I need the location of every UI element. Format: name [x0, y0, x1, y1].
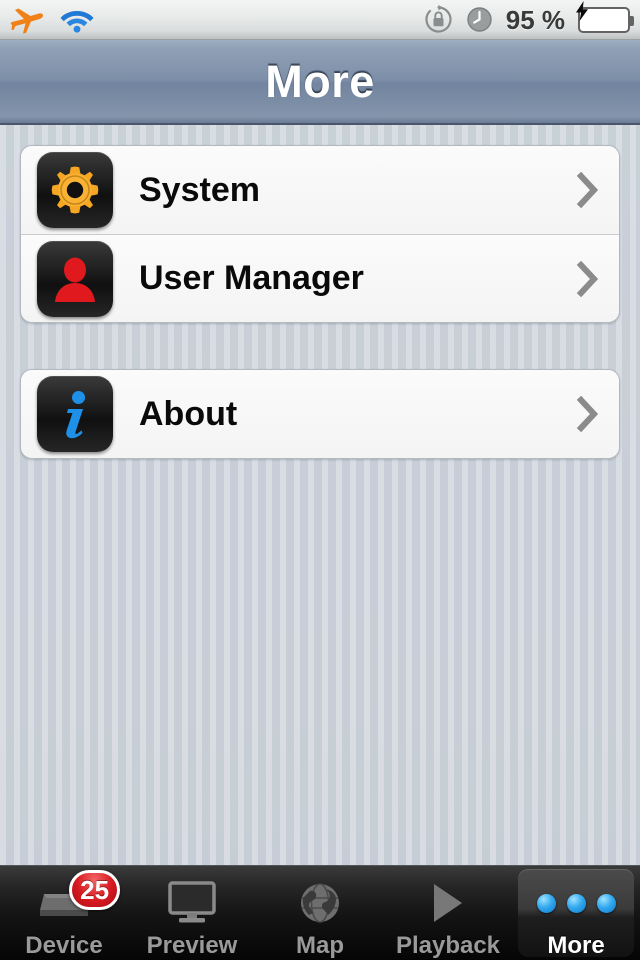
gear-icon [37, 152, 113, 228]
dot-1 [536, 893, 556, 913]
navigation-bar: More [0, 40, 640, 125]
play-icon [418, 878, 478, 928]
wifi-icon [60, 7, 94, 33]
alarm-clock-icon [466, 6, 493, 33]
list-item-system[interactable]: System [21, 146, 619, 234]
tab-playback[interactable]: Playback [384, 866, 512, 960]
battery-percentage: 95 % [505, 4, 565, 35]
chevron-right-icon [575, 394, 601, 434]
list-item-about[interactable]: About [21, 370, 619, 458]
more-dots-icon [536, 878, 616, 928]
chevron-right-icon [575, 170, 601, 210]
globe-icon [290, 878, 350, 928]
list-item-label: User Manager [139, 259, 364, 297]
list-item-label: About [139, 394, 238, 433]
status-bar-right: 95 % [424, 0, 634, 35]
list-item-user-manager[interactable]: User Manager [21, 234, 619, 322]
settings-list: System User Manager About [0, 127, 640, 865]
tab-bar: 25 Device Preview Map Playback More [0, 865, 640, 960]
tab-preview[interactable]: Preview [128, 866, 256, 960]
rotation-lock-icon [424, 5, 453, 34]
chevron-right-icon [575, 259, 601, 299]
tab-label: Map [296, 932, 344, 959]
page-title: More [265, 55, 375, 107]
tab-map[interactable]: Map [256, 866, 384, 960]
tab-label: Device [25, 932, 103, 959]
info-icon [37, 376, 113, 452]
battery-charging-icon [576, 0, 634, 33]
dot-3 [596, 893, 616, 913]
device-badge: 25 [69, 870, 121, 910]
dot-2 [566, 893, 586, 913]
tab-device[interactable]: 25 Device [0, 866, 128, 960]
app-screen: 95 % More System User Manager About 25 D… [0, 0, 640, 960]
status-bar: 95 % [0, 0, 640, 40]
tab-label: Playback [395, 932, 501, 959]
status-bar-left [10, 5, 94, 35]
list-item-label: System [139, 170, 260, 209]
monitor-icon [162, 878, 222, 928]
tab-label: Preview [146, 932, 238, 959]
settings-section-1: System User Manager [20, 145, 620, 323]
tab-label: More [547, 932, 605, 959]
tab-more[interactable]: More [512, 866, 640, 960]
airplane-icon [10, 5, 44, 35]
user-icon [37, 240, 113, 317]
settings-section-2: About [20, 369, 620, 459]
